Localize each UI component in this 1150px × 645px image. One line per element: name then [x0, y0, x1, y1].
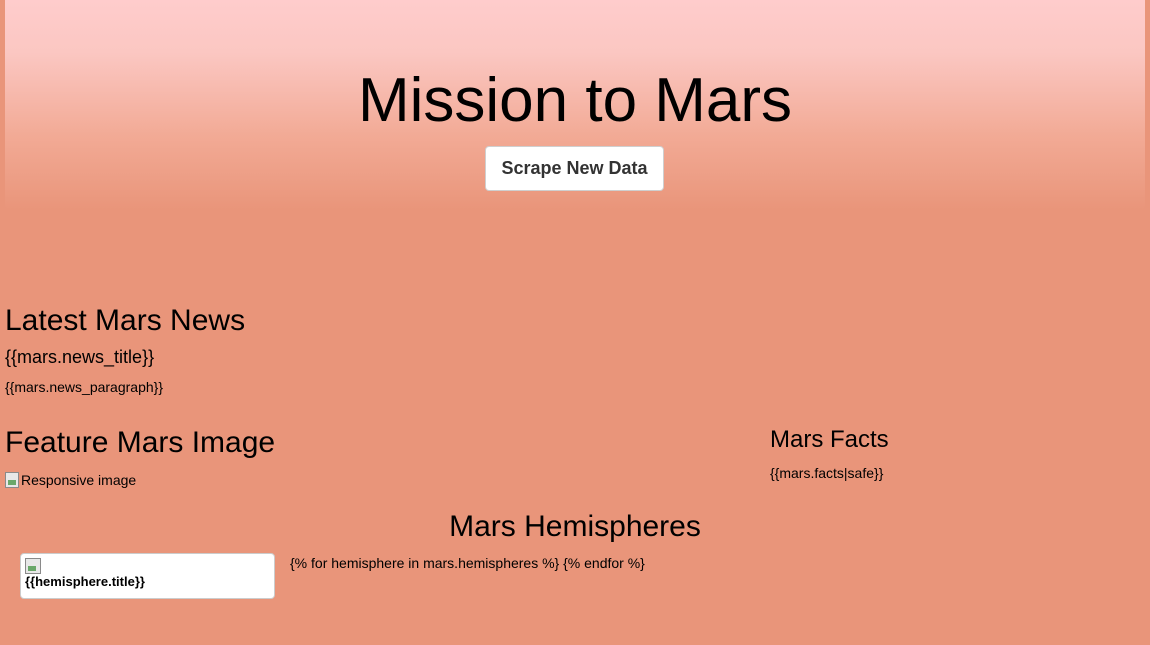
- facts-heading: Mars Facts: [770, 426, 889, 453]
- facts-table: {{mars.facts|safe}}: [770, 465, 884, 481]
- header-jumbotron: Mission to Mars Scrape New Data: [5, 0, 1145, 210]
- broken-image-icon: [25, 558, 41, 574]
- featured-image: Responsive image: [5, 470, 136, 490]
- news-title: {{mars.news_title}}: [5, 347, 155, 367]
- featured-image-heading: Feature Mars Image: [5, 426, 276, 459]
- hemisphere-card[interactable]: {{hemisphere.title}}: [20, 553, 275, 599]
- page-title: Mission to Mars: [357, 66, 793, 135]
- featured-image-alt-text: Responsive image: [21, 472, 137, 488]
- broken-image-icon: [5, 472, 19, 488]
- news-heading: Latest Mars News: [5, 304, 246, 337]
- hemisphere-title: {{hemisphere.title}}: [25, 574, 145, 589]
- news-paragraph: {{mars.news_paragraph}}: [5, 379, 163, 395]
- scrape-new-data-button[interactable]: Scrape New Data: [485, 146, 664, 191]
- hemispheres-loop-text: {% for hemisphere in mars.hemispheres %}…: [290, 555, 645, 571]
- hemispheres-heading: Mars Hemispheres: [449, 510, 701, 543]
